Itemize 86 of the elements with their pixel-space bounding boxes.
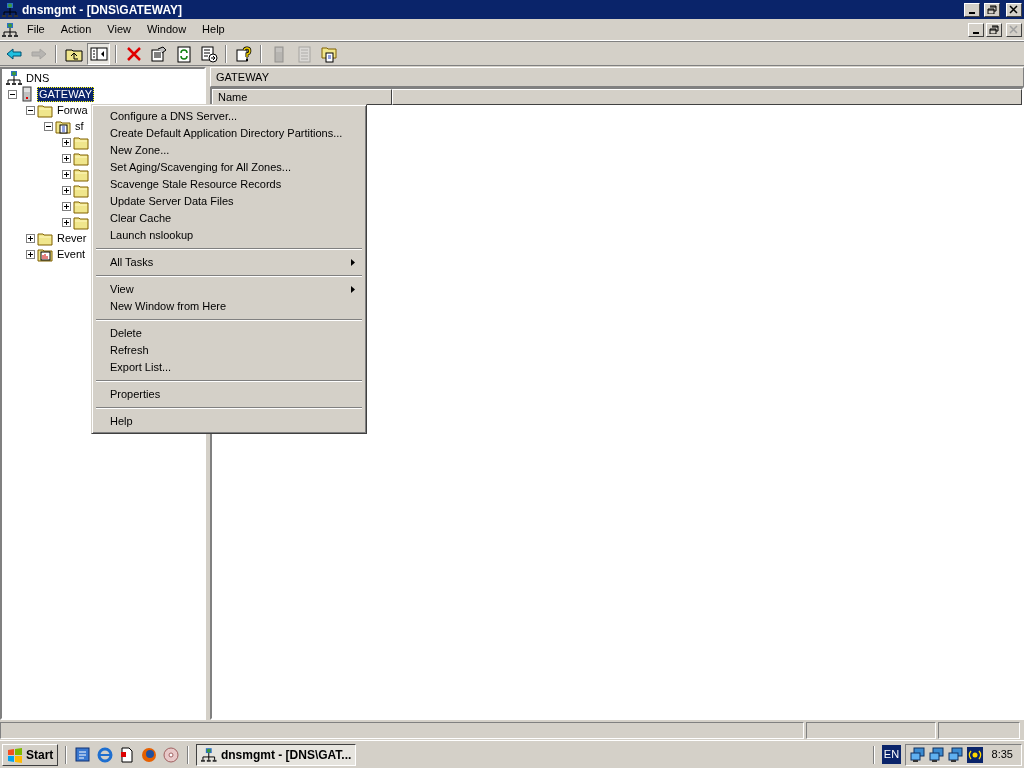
menu-item[interactable]: Set Aging/Scavenging for All Zones...: [95, 159, 363, 176]
folder-icon: [37, 102, 53, 118]
expand-icon[interactable]: [62, 153, 71, 163]
menu-item[interactable]: Action: [53, 20, 99, 39]
browser-icon[interactable]: [96, 745, 115, 764]
start-button[interactable]: Start: [2, 743, 59, 766]
restore-icon: [987, 5, 997, 14]
tree-item[interactable]: sf: [73, 118, 86, 134]
expand-icon[interactable]: [62, 137, 71, 147]
network-icon: [201, 746, 217, 763]
event-log-icon: [37, 246, 53, 262]
folders-icon: [319, 44, 338, 63]
network-icon[interactable]: [910, 746, 927, 763]
expand-icon[interactable]: [26, 249, 35, 259]
folder-icon: [73, 214, 89, 230]
console-tree-button[interactable]: [87, 42, 110, 65]
menu-item[interactable]: View: [95, 281, 363, 298]
menu-item[interactable]: Window: [139, 20, 194, 39]
menu-item[interactable]: All Tasks: [95, 254, 363, 271]
network-icon[interactable]: [929, 746, 946, 763]
folder-icon: [73, 150, 89, 166]
close-icon: [1009, 25, 1019, 34]
folder-icon: [73, 182, 89, 198]
menu-item[interactable]: Export List...: [95, 359, 363, 376]
tree-item[interactable]: DNS: [24, 70, 52, 86]
windows-logo-icon: [7, 746, 23, 763]
expand-icon[interactable]: [62, 217, 71, 227]
app-icon: [2, 1, 18, 18]
refresh-icon: [174, 44, 193, 63]
properties-icon: [149, 44, 168, 63]
column-header[interactable]: Name: [212, 89, 392, 105]
restore-button[interactable]: [984, 2, 1000, 17]
collapse-icon[interactable]: [8, 89, 17, 99]
network-icon[interactable]: [948, 746, 965, 763]
tree-item[interactable]: Forwa: [55, 102, 90, 118]
zone-folder-icon: [55, 118, 71, 134]
folder-icon: [73, 166, 89, 182]
delete-icon: [124, 44, 143, 63]
help-icon: [234, 44, 253, 63]
clock: 8:35: [991, 747, 1013, 763]
menu-item[interactable]: Clear Cache: [95, 210, 363, 227]
folder-icon: [73, 198, 89, 214]
close-icon: [1009, 5, 1019, 14]
expand-icon[interactable]: [62, 201, 71, 211]
expand-icon[interactable]: [62, 185, 71, 195]
close-button[interactable]: [1006, 2, 1022, 17]
menu-item[interactable]: New Window from Here: [95, 298, 363, 315]
folder-icon: [73, 134, 89, 150]
menu-item[interactable]: Properties: [95, 386, 363, 403]
tree-item[interactable]: Event: [55, 246, 88, 262]
collapse-icon[interactable]: [44, 121, 53, 131]
minimize-button[interactable]: [968, 22, 984, 37]
menu-item[interactable]: Help: [95, 413, 363, 430]
folder-icon: [37, 230, 53, 246]
minimize-button[interactable]: [964, 2, 980, 17]
menu-item[interactable]: Refresh: [95, 342, 363, 359]
minimize-icon: [973, 31, 979, 34]
minimize-icon: [969, 11, 975, 14]
restore-button[interactable]: [986, 22, 1002, 37]
network-icon: [6, 70, 22, 86]
restore-icon: [989, 25, 999, 34]
menu-item[interactable]: File: [20, 20, 52, 39]
menu-item[interactable]: Launch nslookup: [95, 227, 363, 244]
console-tree-icon: [89, 44, 108, 63]
menu-item[interactable]: Scavenge Stale Resource Records: [95, 176, 363, 193]
pane-title: GATEWAY: [210, 67, 1024, 87]
tree-item[interactable]: GATEWAY: [37, 86, 94, 102]
menu-item[interactable]: View: [100, 20, 138, 39]
menu-item[interactable]: Help: [195, 20, 232, 39]
export-list-icon: [199, 44, 218, 63]
collapse-icon[interactable]: [26, 105, 35, 115]
taskbar-button[interactable]: dnsmgmt - [DNS\GAT...: [196, 743, 357, 766]
wireless-icon[interactable]: [967, 746, 984, 763]
menu-item[interactable]: Configure a DNS Server...: [95, 108, 363, 125]
submenu-arrow-icon: [351, 259, 355, 266]
tree-item[interactable]: Rever: [55, 230, 89, 246]
menu-item[interactable]: Delete: [95, 325, 363, 342]
submenu-arrow-icon: [351, 286, 355, 293]
expand-icon[interactable]: [62, 169, 71, 179]
menu-item[interactable]: Update Server Data Files: [95, 193, 363, 210]
menu-item[interactable]: New Zone...: [95, 142, 363, 159]
window-title: dnsmgmt - [DNS\GATEWAY]: [22, 1, 183, 19]
menu-item[interactable]: Create Default Application Directory Partitions...: [95, 125, 363, 142]
expand-icon[interactable]: [26, 233, 35, 243]
language-indicator[interactable]: EN: [881, 745, 902, 764]
server-icon: [19, 86, 35, 102]
